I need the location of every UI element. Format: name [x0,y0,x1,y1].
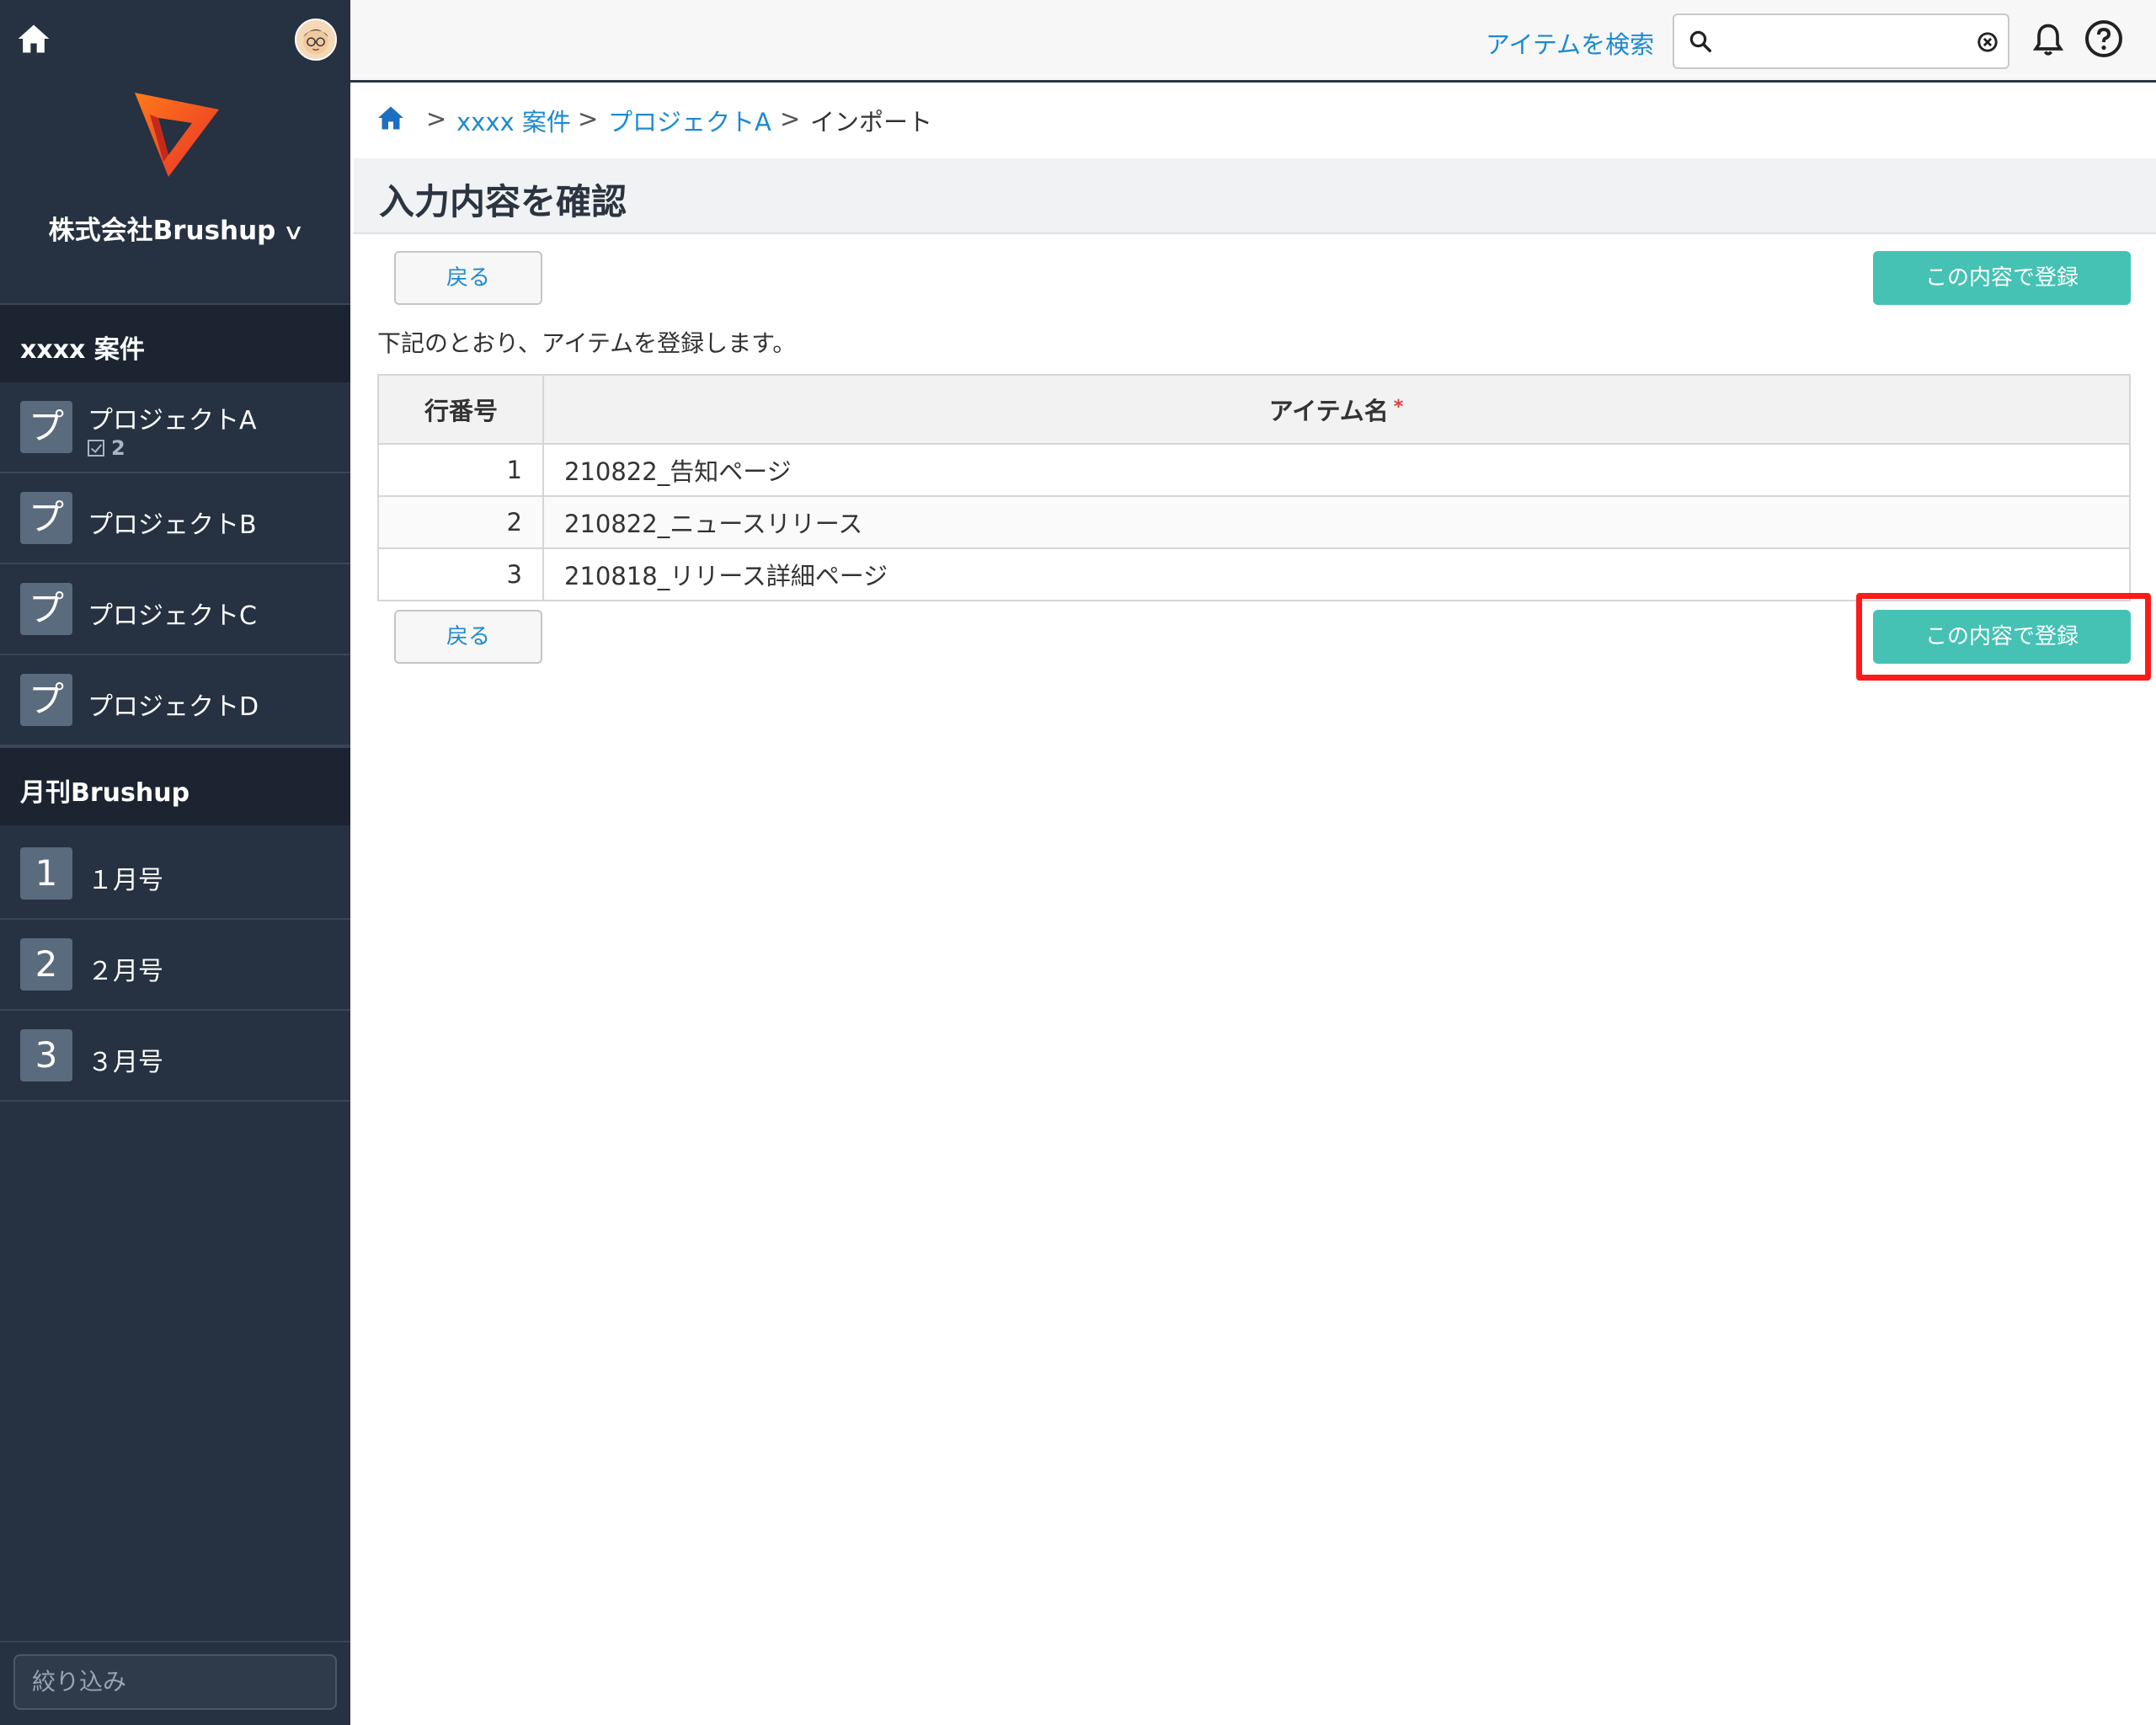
page-title: 入力内容を確認 [379,181,627,222]
task-count-value: 2 [111,436,125,460]
project-tile: プ [20,583,72,635]
top-bar: アイテムを検索 [350,0,2156,83]
breadcrumb-separator: > [780,104,801,133]
page-title-band: 入力内容を確認 [354,158,2156,234]
checkbox-icon [88,440,104,457]
brushup-logo [135,93,219,177]
item-name-cell: 210822_告知ページ [542,443,2131,497]
task-count: 2 [88,436,125,460]
sidebar-filter-area: 絞り込み [0,1641,350,1725]
breadcrumb-link-project[interactable]: プロジェクトA [608,103,771,138]
search-items-link[interactable]: アイテムを検索 [1486,25,1654,61]
breadcrumb-separator: > [578,104,599,133]
table-header-row: 行番号 アイテム名 * [377,374,2131,445]
table-row: 2 210822_ニュースリリース [377,495,2131,549]
sidebar-group-header: xxxx 案件 [0,303,350,382]
row-number-cell: 2 [377,495,544,549]
import-table: 行番号 アイテム名 * 1 210822_告知ページ 2 210822_ニュースリ… [377,374,2131,601]
filter-input[interactable]: 絞り込み [13,1654,337,1710]
company-name: 株式会社Brushup [48,216,276,246]
breadcrumb-home-icon[interactable] [376,103,406,133]
item-name-cell: 210822_ニュースリリース [542,495,2131,549]
back-button-bottom[interactable]: 戻る [394,610,542,664]
column-header-item-name: アイテム名 * [542,374,2131,445]
project-tile: プ [20,401,72,453]
sidebar-item-project-b[interactable]: プ プロジェクトB [0,473,350,564]
breadcrumb-link-case[interactable]: xxxx 案件 [456,103,571,138]
home-icon[interactable] [15,20,52,57]
project-tile: プ [20,674,72,726]
avatar[interactable] [295,19,337,61]
required-mark: * [1393,397,1404,418]
help-icon[interactable] [2084,19,2124,59]
sidebar-item-issue-1[interactable]: 1 １月号 [0,829,350,920]
sidebar-group-header: 月刊Brushup [0,746,350,825]
search-box [1673,13,2009,69]
sidebar-item-label: プロジェクトD [88,692,259,722]
sidebar-item-project-d[interactable]: プ プロジェクトD [0,655,350,746]
issue-tile: 3 [20,1029,72,1081]
register-button-top[interactable]: この内容で登録 [1873,251,2131,305]
bell-icon[interactable] [2030,20,2067,59]
sidebar-item-project-c[interactable]: プ プロジェクトC [0,564,350,655]
sidebar-group-label: xxxx 案件 [20,335,145,365]
sidebar-item-label: ２月号 [88,957,163,986]
description-text: 下記のとおり、アイテムを登録します。 [377,329,797,357]
issue-tile: 2 [20,938,72,991]
column-header-label: アイテム名 [1268,397,1389,425]
table-row: 1 210822_告知ページ [377,443,2131,497]
project-tile: プ [20,492,72,544]
sidebar-item-label: １月号 [88,866,163,895]
sidebar-item-label: プロジェクトC [88,601,257,631]
sidebar-item-label: プロジェクトB [88,510,257,540]
company-switcher[interactable]: 株式会社Brushup ∨ [0,209,350,247]
sidebar-item-issue-2[interactable]: 2 ２月号 [0,920,350,1011]
register-button-bottom[interactable]: この内容で登録 [1873,610,2131,664]
issue-tile: 1 [20,847,72,900]
breadcrumb-separator: > [426,104,447,133]
search-input[interactable] [1725,22,1956,62]
sidebar-item-label: プロジェクトA [88,406,257,435]
chevron-down-icon: ∨ [282,220,306,245]
sidebar-item-project-a[interactable]: プ プロジェクトA 2 [0,382,350,473]
sidebar-group-label: 月刊Brushup [20,778,190,808]
row-number-cell: 3 [377,547,544,601]
sidebar: 株式会社Brushup ∨ xxxx 案件 プ プロジェクトA 2 プ プロジェク… [0,0,350,1725]
clear-icon[interactable] [1976,30,1999,54]
column-header-row-number: 行番号 [377,374,544,445]
row-number-cell: 1 [377,443,544,497]
search-icon [1689,30,1711,52]
breadcrumb-current: インポート [810,108,933,136]
sidebar-item-label: ３月号 [88,1048,163,1077]
sidebar-item-issue-3[interactable]: 3 ３月号 [0,1011,350,1102]
back-button-top[interactable]: 戻る [394,251,542,305]
